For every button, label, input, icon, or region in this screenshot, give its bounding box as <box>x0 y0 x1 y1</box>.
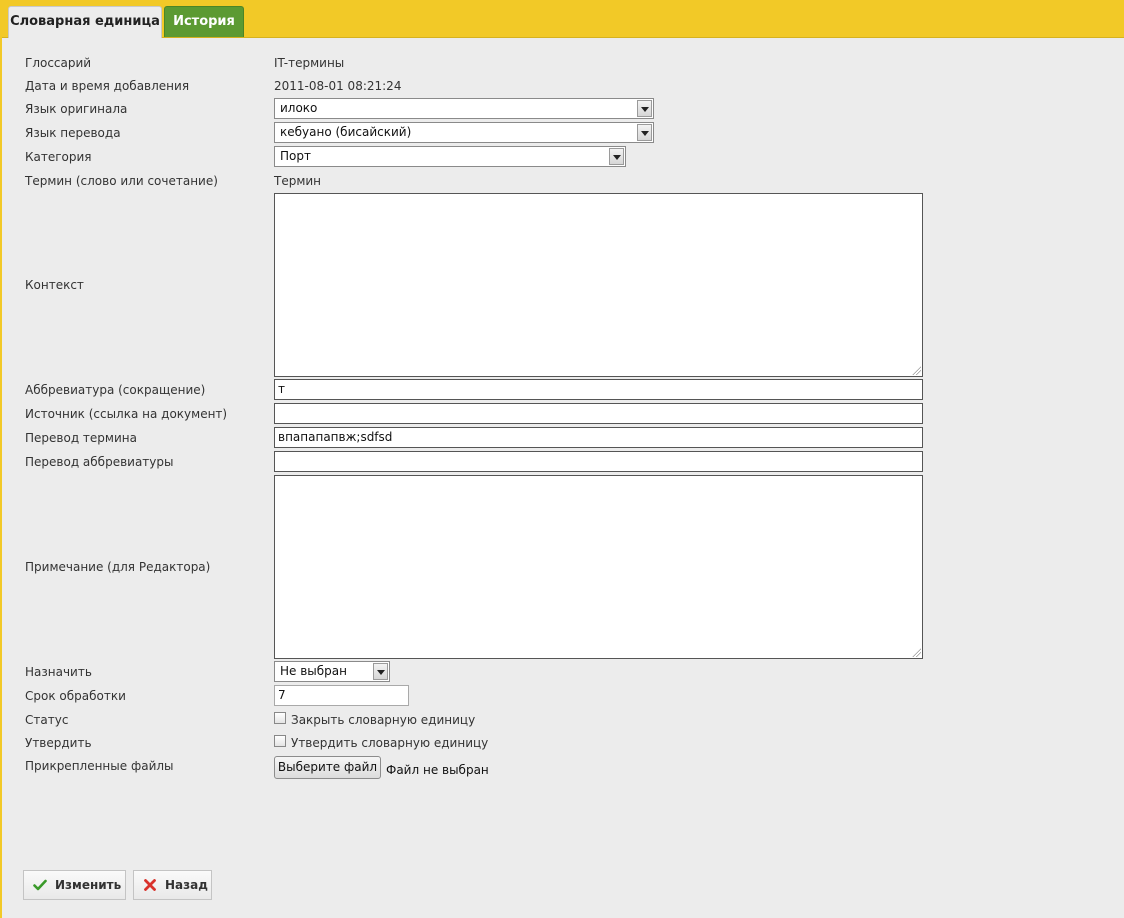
dropdown-arrow-icon[interactable] <box>637 100 652 117</box>
context-textarea[interactable] <box>274 193 923 377</box>
approve-label: Утвердить <box>25 736 92 750</box>
choose-file-button[interactable]: Выберите файл <box>274 756 381 779</box>
dropdown-arrow-icon[interactable] <box>373 663 388 680</box>
note-textarea[interactable] <box>274 475 923 659</box>
assign-select[interactable]: Не выбран <box>274 661 390 682</box>
file-status: Файл не выбран <box>386 763 489 777</box>
abbreviation-label: Аббревиатура (сокращение) <box>25 383 206 397</box>
dropdown-arrow-icon[interactable] <box>637 124 652 141</box>
source-lang-selected: илоко <box>280 101 318 115</box>
term-translation-label: Перевод термина <box>25 431 137 445</box>
abbreviation-input[interactable]: т <box>274 379 923 400</box>
close-unit-checkbox-label[interactable]: Закрыть словарную единицу <box>291 713 475 727</box>
category-select[interactable]: Порт <box>274 146 626 167</box>
added-label: Дата и время добавления <box>25 79 190 93</box>
source-lang-select[interactable]: илоко <box>274 98 654 119</box>
approve-unit-checkbox[interactable] <box>274 735 286 747</box>
close-unit-checkbox[interactable] <box>274 712 286 724</box>
category-selected: Порт <box>280 149 311 163</box>
source-lang-label: Язык оригинала <box>25 102 128 116</box>
resize-handle-icon[interactable] <box>912 366 921 375</box>
abbr-translation-input[interactable] <box>274 451 923 472</box>
approve-unit-checkbox-label[interactable]: Утвердить словарную единицу <box>291 736 488 750</box>
assign-selected: Не выбран <box>280 664 347 678</box>
header-bar: Словарная единица История <box>0 0 1124 38</box>
target-lang-select[interactable]: кебуано (бисайский) <box>274 122 654 143</box>
left-border <box>0 37 2 918</box>
assign-label: Назначить <box>25 665 92 679</box>
save-button-label: Изменить <box>55 878 122 892</box>
deadline-input[interactable]: 7 <box>274 685 409 706</box>
glossary-value: IT-термины <box>274 56 345 70</box>
resize-handle-icon[interactable] <box>912 648 921 657</box>
glossary-label: Глоссарий <box>25 56 92 70</box>
added-value: 2011-08-01 08:21:24 <box>274 79 402 93</box>
x-mark-icon <box>144 879 156 891</box>
term-label: Термин (слово или сочетание) <box>25 174 218 188</box>
note-label: Примечание (для Редактора) <box>25 560 211 574</box>
source-input[interactable] <box>274 403 923 424</box>
target-lang-label: Язык перевода <box>25 126 121 140</box>
back-button[interactable]: Назад <box>133 870 212 900</box>
tab-history[interactable]: История <box>164 6 244 37</box>
tab-dictionary-unit[interactable]: Словарная единица <box>8 6 162 38</box>
abbr-translation-label: Перевод аббревиатуры <box>25 455 174 469</box>
deadline-label: Срок обработки <box>25 689 126 703</box>
dropdown-arrow-icon[interactable] <box>609 148 624 165</box>
term-value: Термин <box>274 174 322 188</box>
back-button-label: Назад <box>165 878 208 892</box>
target-lang-selected: кебуано (бисайский) <box>280 125 412 139</box>
term-translation-input[interactable]: впапапапвж;sdfsd <box>274 427 923 448</box>
status-label: Статус <box>25 713 69 727</box>
category-label: Категория <box>25 150 92 164</box>
source-label: Источник (ссылка на документ) <box>25 407 228 421</box>
files-label: Прикрепленные файлы <box>25 759 174 773</box>
save-button[interactable]: Изменить <box>23 870 126 900</box>
checkmark-icon <box>33 879 47 891</box>
context-label: Контекст <box>25 278 84 292</box>
